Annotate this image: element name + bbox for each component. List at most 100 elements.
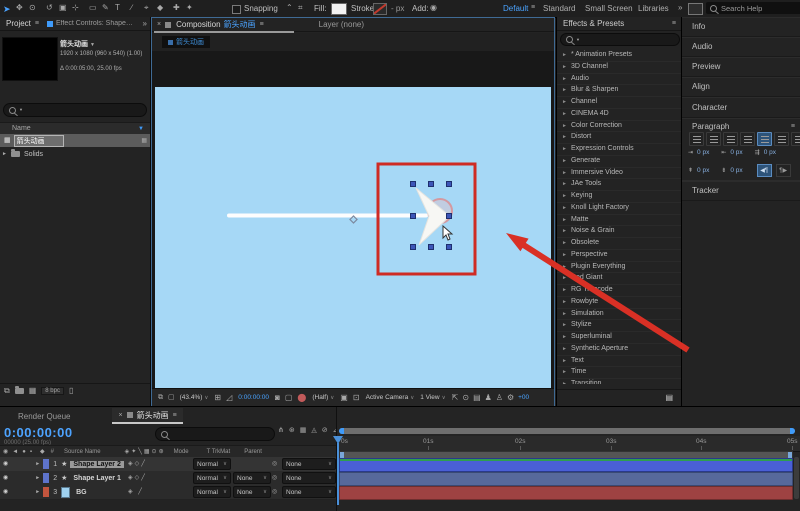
layer-parent-dropdown[interactable]: None ∨ — [282, 472, 336, 484]
indent-firstline-value[interactable]: 0 px — [764, 149, 776, 156]
expand-icon[interactable]: ► — [562, 85, 567, 96]
timeline-pan-scrollbar[interactable] — [339, 428, 795, 434]
motion-blur-icon[interactable]: ⊘ — [322, 427, 328, 434]
layer-trkmat-dropdown[interactable]: None ∨ — [233, 472, 271, 484]
tool-zoom-icon[interactable]: ⊙ — [29, 4, 36, 12]
space-before-value[interactable]: 0 px — [697, 167, 709, 174]
expand-icon[interactable]: ► — [2, 151, 7, 157]
hide-shy-layers-icon[interactable]: ▦ — [300, 427, 307, 434]
workspace-switcher-icon[interactable] — [688, 3, 703, 15]
new-folder-icon[interactable] — [14, 385, 24, 394]
expand-icon[interactable]: ► — [562, 179, 567, 190]
show-channels-icon[interactable]: ⬤ — [297, 393, 306, 402]
expand-icon[interactable]: ► — [562, 121, 567, 132]
layer-mode-dropdown[interactable]: Normal ∨ — [193, 458, 231, 470]
mode-column[interactable]: Mode — [174, 449, 189, 455]
layer-row-2[interactable]: ◉ ► 2 ★ Shape Layer 1 ◈◇╱ Normal ∨ None ∨ … — [0, 471, 336, 486]
eye-icon[interactable]: ◉ — [3, 475, 8, 481]
source-name-column[interactable]: Source Name — [64, 449, 101, 455]
expand-icon[interactable]: ► — [562, 215, 567, 226]
tab-effect-controls[interactable]: Effect Controls: Shape Layer 2 — [56, 20, 134, 27]
effects-category[interactable]: ► 3D Channel — [557, 62, 681, 74]
layer-name[interactable]: Shape Layer 1 — [70, 475, 123, 482]
text-direction-rtl-button[interactable]: ¶▶ — [775, 164, 791, 177]
text-direction-ltr-button[interactable]: ◀¶ — [756, 164, 772, 177]
effects-category[interactable]: ► Synthetic Aperture — [557, 344, 681, 356]
effects-category[interactable]: ► Time — [557, 367, 681, 379]
close-tab-icon[interactable]: × — [118, 412, 122, 419]
panel-header-audio[interactable]: Audio — [682, 37, 800, 57]
view-layout-dropdown[interactable]: 1 View — [420, 394, 439, 401]
effects-menu-icon[interactable]: ≡ — [672, 20, 676, 27]
tool-type-icon[interactable]: T — [115, 4, 120, 12]
expand-icon[interactable]: ► — [562, 320, 567, 331]
layer-switches-icons[interactable]: ◈ ╱ — [128, 489, 144, 495]
expand-icon[interactable]: ► — [562, 379, 567, 384]
breadcrumb-comp-button[interactable]: 箭头动画 — [162, 36, 210, 48]
effects-category[interactable]: ► Expression Controls — [557, 144, 681, 156]
expand-icon[interactable]: ► — [562, 226, 567, 237]
layer-switches-icons[interactable]: ◈◇╱ — [128, 461, 147, 467]
workspace-overflow-icon[interactable]: » — [678, 4, 682, 12]
expand-layer-icon[interactable]: ► — [35, 475, 40, 481]
share-view-icon[interactable]: ⇱ — [452, 393, 459, 402]
expand-layer-icon[interactable]: ► — [35, 489, 40, 495]
sort-triangle-icon[interactable]: ▼ — [138, 126, 144, 132]
tool-rotate-icon[interactable]: ↺ — [46, 4, 53, 12]
effects-category[interactable]: ► Audio — [557, 74, 681, 86]
scrollbar-left-handle[interactable] — [339, 428, 344, 434]
justify-last-left-button[interactable] — [740, 132, 755, 146]
exposure-reset-icon[interactable]: ⚙ — [507, 393, 514, 402]
parent-pickwhip-icon[interactable]: ◎ — [272, 489, 277, 495]
search-options-icon[interactable]: ▼ — [576, 37, 580, 42]
timeline-search-box[interactable] — [155, 427, 275, 441]
effects-category[interactable]: ► Stylize — [557, 320, 681, 332]
transparency-grid-icon[interactable]: ⊡ — [353, 393, 360, 402]
layer-mode-dropdown[interactable]: Normal ∨ — [193, 472, 231, 484]
effects-category[interactable]: ► RG Trapcode — [557, 285, 681, 297]
tab-effects-presets[interactable]: Effects & Presets — [563, 19, 624, 28]
trash-icon[interactable]: ▯ — [69, 386, 73, 395]
tool-eraser-icon[interactable]: ◆ — [157, 4, 163, 12]
search-options-icon[interactable]: ▼ — [19, 108, 23, 112]
tool-brush-icon[interactable]: ∕ — [131, 4, 132, 12]
layer-label-swatch[interactable] — [43, 473, 50, 483]
paragraph-menu-icon[interactable]: ≡ — [791, 123, 795, 130]
project-item-comp-name[interactable]: 箭头动画 — [13, 134, 64, 147]
layer-name[interactable]: Shape Layer 2 — [70, 460, 124, 468]
tab-layer[interactable]: Layer (none) — [319, 20, 364, 29]
effects-category[interactable]: ► Superluminal — [557, 332, 681, 344]
effects-category[interactable]: ► CINEMA 4D — [557, 109, 681, 121]
layer-name[interactable]: BG — [73, 489, 90, 496]
layer-row-1[interactable]: ◉ ► 1 ★ Shape Layer 2 ◈◇╱ Normal ∨ ◎ None… — [0, 457, 336, 472]
layer-duration-bar-1[interactable] — [339, 458, 793, 472]
tab-timeline-comp[interactable]: × 箭头动画 ≡ — [112, 408, 183, 424]
effects-category[interactable]: ► Obsolete — [557, 238, 681, 250]
expand-icon[interactable]: ► — [562, 297, 567, 308]
effects-category[interactable]: ► Channel — [557, 97, 681, 109]
tool-selection-icon[interactable]: ➤ — [3, 4, 11, 15]
expand-icon[interactable]: ► — [562, 309, 567, 320]
expand-icon[interactable]: ► — [562, 250, 567, 261]
stroke-swatch[interactable] — [373, 3, 387, 15]
effects-category[interactable]: ► Perspective — [557, 250, 681, 262]
expand-icon[interactable]: ► — [562, 144, 567, 155]
playhead[interactable] — [333, 436, 343, 506]
tool-roto-brush-icon[interactable]: ✚ — [173, 4, 180, 12]
space-after-value[interactable]: 0 px — [730, 167, 742, 174]
region-of-interest-icon[interactable]: ◿ — [226, 393, 232, 402]
snap-along-edges-icon[interactable]: ⌃ — [286, 4, 293, 12]
project-menu-icon[interactable]: ≡ — [35, 20, 39, 27]
tab-composition-label[interactable]: Composition — [176, 20, 220, 29]
camera-dropdown[interactable]: Active Camera — [366, 394, 409, 401]
tool-rectangle-icon[interactable]: ▭ — [89, 4, 97, 12]
scrollbar-right-handle[interactable] — [790, 428, 795, 434]
timeline-ruler[interactable]: 0s 01s 02s 03s 04s 05s — [337, 436, 800, 452]
comp-timecode[interactable]: 0:00:00:00 — [238, 394, 269, 401]
effects-category[interactable]: ► Color Correction — [557, 121, 681, 133]
tool-pan-behind-icon[interactable]: ⊹ — [72, 4, 79, 12]
eye-icon[interactable]: ◉ — [3, 489, 8, 495]
effects-category[interactable]: ► Plugin Everything — [557, 262, 681, 274]
layer-row-3[interactable]: ◉ ► 3 BG ◈ ╱ Normal ∨ None ∨ ◎ None ∨ — [0, 485, 336, 500]
justify-last-right-button[interactable] — [774, 132, 789, 146]
